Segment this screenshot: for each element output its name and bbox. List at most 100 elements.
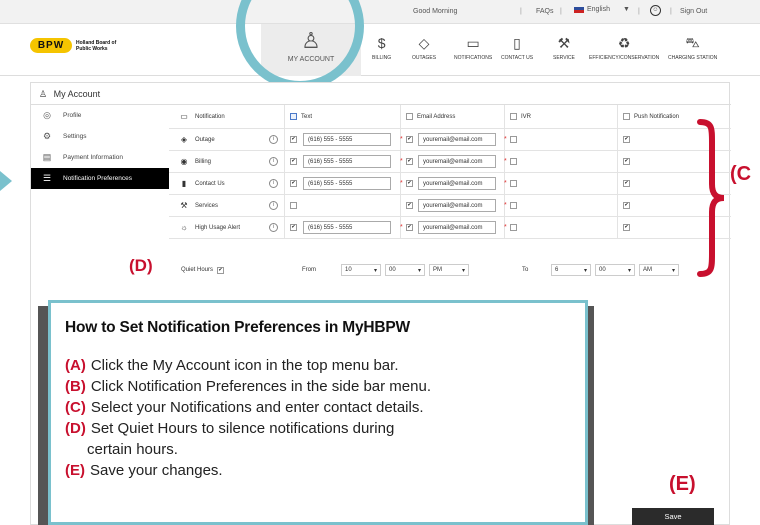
sidebar-item-settings[interactable]: ⚙ Settings bbox=[31, 126, 169, 147]
language-selector[interactable]: English ▼ bbox=[574, 6, 630, 13]
hbpw-logo[interactable]: BPW Holland Board of Public Works bbox=[30, 38, 116, 53]
from-minute-select[interactable]: 00 ▾ bbox=[385, 264, 425, 276]
text-select-all-checkbox[interactable] bbox=[290, 113, 297, 120]
nav-notifications[interactable]: ▭ NOTIFICATIONS bbox=[454, 34, 492, 62]
save-button[interactable]: Save bbox=[632, 508, 714, 525]
sign-out-link[interactable]: Sign Out bbox=[680, 8, 707, 15]
arrow-indicator bbox=[0, 171, 12, 191]
email-select-all-checkbox[interactable] bbox=[406, 113, 413, 120]
instructions-panel: How to Set Notification Preferences in M… bbox=[48, 300, 588, 525]
table-row: ☼ High Usage Alert i (616) 555 - 5555 * … bbox=[169, 217, 731, 239]
from-hour-value: 10 bbox=[345, 267, 352, 273]
step-tag: (B) bbox=[65, 378, 86, 395]
email-field[interactable]: youremail@email.com bbox=[418, 199, 496, 212]
info-icon[interactable]: i bbox=[269, 179, 278, 188]
step-text: certain hours. bbox=[87, 441, 178, 458]
row-label: Outage bbox=[195, 136, 215, 143]
user-icon[interactable]: ☺ bbox=[650, 5, 661, 16]
sidebar-item-payment[interactable]: ▤ Payment Information bbox=[31, 147, 169, 168]
ivr-checkbox[interactable] bbox=[510, 180, 517, 187]
phone-field[interactable]: (616) 555 - 5555 bbox=[303, 221, 391, 234]
info-icon[interactable]: i bbox=[269, 157, 278, 166]
magnifier-ring bbox=[236, 0, 364, 90]
ivr-select-all-checkbox[interactable] bbox=[510, 113, 517, 120]
sidebar-item-notification-preferences[interactable]: ☰ Notification Preferences bbox=[31, 168, 169, 189]
required-marker: * bbox=[400, 224, 403, 231]
push-checkbox[interactable] bbox=[623, 224, 630, 231]
text-checkbox[interactable] bbox=[290, 202, 297, 209]
header-text: Text bbox=[301, 113, 313, 120]
email-checkbox[interactable] bbox=[406, 202, 413, 209]
to-minute-select[interactable]: 00 ▾ bbox=[595, 264, 635, 276]
table-header-row: ▭ Notification Text Email Address IVR Pu… bbox=[169, 105, 731, 129]
text-checkbox[interactable] bbox=[290, 158, 297, 165]
nav-efficiency[interactable]: ♻ EFFICIENCY/CONSERVATION bbox=[589, 34, 659, 62]
email-field[interactable]: youremail@email.com bbox=[418, 155, 496, 168]
account-sidebar: ◎ Profile ⚙ Settings ▤ Payment Informati… bbox=[31, 105, 169, 189]
outage-diamond-icon: ◇ bbox=[418, 34, 430, 51]
from-hour-select[interactable]: 10 ▾ bbox=[341, 264, 381, 276]
to-hour-select[interactable]: 6 ▾ bbox=[551, 264, 591, 276]
text-checkbox[interactable] bbox=[290, 180, 297, 187]
required-marker: * bbox=[504, 202, 507, 209]
email-field[interactable]: youremail@email.com bbox=[418, 221, 496, 234]
info-icon[interactable]: i bbox=[269, 201, 278, 210]
instruction-step: (D) Set Quiet Hours to silence notificati… bbox=[65, 418, 585, 439]
faqs-link[interactable]: FAQs bbox=[536, 8, 554, 15]
phone-field[interactable]: (616) 555 - 5555 bbox=[303, 133, 391, 146]
step-tag: (A) bbox=[65, 357, 86, 374]
chat-bubble-icon: ▭ bbox=[180, 112, 188, 121]
required-marker: * bbox=[400, 136, 403, 143]
wrench-icon: ⚒ bbox=[180, 201, 188, 210]
header-notification: Notification bbox=[195, 113, 225, 120]
language-label: English bbox=[587, 6, 610, 13]
phone-field[interactable]: (616) 555 - 5555 bbox=[303, 177, 391, 190]
sidebar-item-profile[interactable]: ◎ Profile bbox=[31, 105, 169, 126]
text-checkbox[interactable] bbox=[290, 224, 297, 231]
step-text: Set Quiet Hours to silence notifications… bbox=[90, 420, 395, 437]
quiet-hours-checkbox[interactable] bbox=[217, 266, 225, 274]
table-row: ▮ Contact Us i (616) 555 - 5555 * yourem… bbox=[169, 173, 731, 195]
recycle-icon: ♻ bbox=[617, 34, 631, 51]
push-checkbox[interactable] bbox=[623, 158, 630, 165]
nav-billing-label: BILLING bbox=[372, 55, 392, 61]
step-text: Click Notification Preferences in the si… bbox=[90, 378, 431, 395]
instruction-step: (C) Select your Notifications and enter c… bbox=[65, 397, 585, 418]
divider: | bbox=[560, 8, 562, 15]
outage-diamond-icon: ◈ bbox=[180, 135, 188, 144]
to-ampm-select[interactable]: AM ▾ bbox=[639, 264, 679, 276]
quiet-hours-label: Quiet Hours bbox=[181, 267, 214, 273]
chevron-down-icon: ▼ bbox=[622, 6, 630, 13]
email-checkbox[interactable] bbox=[406, 136, 413, 143]
ivr-checkbox[interactable] bbox=[510, 224, 517, 231]
push-checkbox[interactable] bbox=[623, 202, 630, 209]
info-icon[interactable]: i bbox=[269, 135, 278, 144]
nav-service[interactable]: ⚒ SERVICE bbox=[553, 34, 575, 62]
logo-line-1: Holland Board of bbox=[76, 39, 117, 46]
push-checkbox[interactable] bbox=[623, 136, 630, 143]
email-checkbox[interactable] bbox=[406, 158, 413, 165]
nav-contact-us[interactable]: ▯ CONTACT US bbox=[501, 34, 533, 62]
chat-bubble-icon: ▭ bbox=[466, 34, 480, 51]
ivr-checkbox[interactable] bbox=[510, 202, 517, 209]
step-text: Click the My Account icon in the top men… bbox=[90, 357, 399, 374]
required-marker: * bbox=[504, 158, 507, 165]
logo-line-2: Public Works bbox=[76, 45, 108, 52]
nav-billing[interactable]: $ BILLING bbox=[372, 34, 391, 61]
email-checkbox[interactable] bbox=[406, 224, 413, 231]
push-checkbox[interactable] bbox=[623, 180, 630, 187]
page-title: My Account bbox=[53, 89, 101, 99]
from-ampm-select[interactable]: PM ▾ bbox=[429, 264, 469, 276]
nav-outages[interactable]: ◇ OUTAGES bbox=[412, 34, 436, 62]
email-field[interactable]: youremail@email.com bbox=[418, 177, 496, 190]
required-marker: * bbox=[504, 180, 507, 187]
text-checkbox[interactable] bbox=[290, 136, 297, 143]
email-field[interactable]: youremail@email.com bbox=[418, 133, 496, 146]
push-select-all-checkbox[interactable] bbox=[623, 113, 630, 120]
ivr-checkbox[interactable] bbox=[510, 158, 517, 165]
ivr-checkbox[interactable] bbox=[510, 136, 517, 143]
email-checkbox[interactable] bbox=[406, 180, 413, 187]
info-icon[interactable]: i bbox=[269, 223, 278, 232]
phone-field[interactable]: (616) 555 - 5555 bbox=[303, 155, 391, 168]
nav-charging-station[interactable]: ⛍ CHARGING STATION bbox=[668, 34, 717, 62]
